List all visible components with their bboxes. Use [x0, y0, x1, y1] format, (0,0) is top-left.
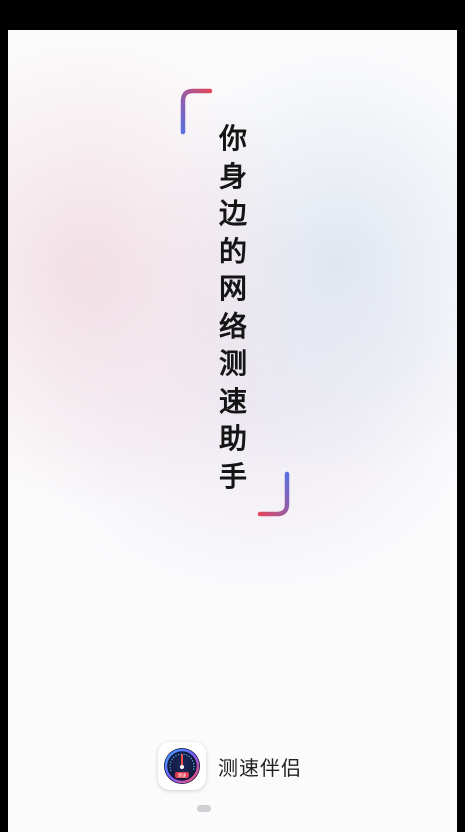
- app-name: 测速伴侣: [218, 755, 302, 780]
- speedometer-icon: 测速: [164, 748, 200, 784]
- slogan-char: 速: [218, 384, 247, 418]
- slogan-char: 身: [218, 159, 247, 193]
- slogan-char: 你: [218, 122, 247, 155]
- slogan-char: 手: [218, 459, 247, 493]
- slogan-char: 边: [218, 197, 247, 230]
- slogan-char: 网: [218, 272, 247, 305]
- slogan-char: 测: [218, 347, 247, 380]
- app-logo: 测速: [158, 742, 206, 790]
- app-branding: 测速 测速伴侣: [158, 738, 302, 794]
- app-icon-label: 测速: [178, 772, 187, 779]
- close-bracket-decoration: [257, 471, 290, 517]
- splash-screen: 你 身 边 的 网 络 测 速 助 手 测速 测速伴侣: [8, 30, 457, 832]
- slogan-char: 络: [218, 309, 247, 343]
- slogan-vertical-text: 你 身 边 的 网 络 测 速 助 手: [208, 120, 258, 495]
- slogan-char: 的: [218, 234, 247, 268]
- home-indicator: [197, 805, 211, 812]
- slogan-char: 助: [218, 422, 247, 455]
